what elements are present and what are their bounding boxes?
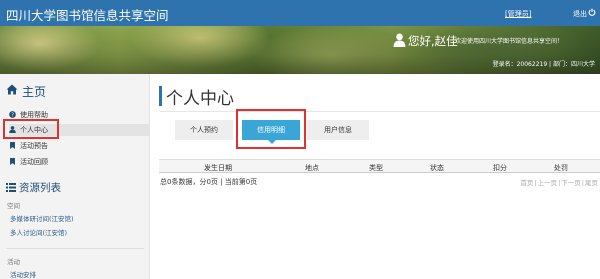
table-header: 发生日期 地点 类型 状态 扣分 处罚 — [159, 159, 600, 173]
activity-section-label: 活动 — [7, 258, 20, 266]
home-icon — [6, 84, 18, 95]
first-page-link[interactable]: 首页 — [520, 179, 533, 187]
pager-separator: | — [581, 179, 584, 187]
page-title: 个人中心 — [166, 89, 234, 109]
next-page-link[interactable]: 下一页 — [561, 179, 581, 187]
sidebar-item-label: 活动预告 — [20, 142, 48, 150]
pager-separator: | — [558, 179, 561, 187]
column-header-type[interactable]: 类型 — [369, 163, 383, 173]
pagination-info: 总0条数据，分0页 | 当前第0页 — [160, 178, 258, 186]
user-greeting: 您好,赵佳 — [408, 34, 458, 48]
welcome-text: 欢迎使用四川大学图书馆信息共享空间！ — [455, 38, 564, 45]
column-header-deduction[interactable]: 扣分 — [493, 163, 507, 173]
tab-user-info[interactable]: 用户信息 — [307, 120, 369, 140]
highlight-box-personal-center — [3, 119, 59, 139]
top-navbar: 四川大学图书馆信息共享空间 [管理员] 退出 — [0, 0, 600, 26]
activity-link-schedule[interactable]: 活动安排 — [10, 269, 36, 279]
pagination-nav: 首页|上一页|下一页|尾页 — [519, 177, 598, 187]
last-page-link[interactable]: 尾页 — [585, 179, 598, 187]
sidebar-home-title[interactable]: 主页 — [22, 83, 46, 100]
banner: 您好,赵佳 欢迎使用四川大学图书馆信息共享空间！ 登录名：20062219 | … — [0, 26, 600, 74]
space-link-multimedia-room[interactable]: 多媒体研讨间(江安馆) — [10, 213, 74, 223]
bookmark-icon — [10, 142, 15, 149]
tab-reservations[interactable]: 个人预约 — [175, 120, 233, 140]
title-accent-bar — [159, 86, 162, 106]
list-icon — [6, 183, 16, 192]
admin-link[interactable]: [管理员] — [505, 9, 531, 19]
column-header-location[interactable]: 地点 — [305, 163, 319, 173]
login-info: 登录名：20062219 | 部门：四川大学 — [492, 61, 595, 68]
resource-list-title: 资源列表 — [19, 182, 61, 194]
site-brand[interactable]: 四川大学图书馆信息共享空间 — [6, 5, 169, 24]
column-header-date[interactable]: 发生日期 — [204, 163, 232, 173]
sidebar-item-label: 活动回顾 — [20, 158, 48, 166]
column-header-status[interactable]: 状态 — [430, 163, 444, 173]
space-section-label: 空间 — [7, 202, 20, 210]
sidebar-divider — [6, 248, 144, 249]
sidebar: 主页 ? 使用帮助 个人中心 活动预告 活动回顾 资源列表 空间 多媒体研讨间(… — [0, 74, 150, 279]
power-icon[interactable] — [588, 8, 596, 16]
user-icon — [393, 33, 406, 47]
space-link-discussion-room[interactable]: 多人讨论间(江安馆) — [10, 227, 67, 237]
question-circle-icon: ? — [9, 111, 16, 118]
logout-link[interactable]: 退出 — [573, 9, 587, 19]
prev-page-link[interactable]: 上一页 — [538, 179, 558, 187]
svg-text:?: ? — [11, 113, 14, 118]
title-divider — [160, 111, 600, 112]
bookmark-icon — [10, 158, 15, 165]
highlight-box-credit-tab — [236, 109, 306, 149]
pager-separator: | — [534, 179, 537, 187]
column-header-penalty[interactable]: 处罚 — [554, 163, 568, 173]
sidebar-item-event-review[interactable]: 活动回顾 — [9, 156, 149, 168]
sidebar-item-upcoming-events[interactable]: 活动预告 — [9, 140, 149, 152]
